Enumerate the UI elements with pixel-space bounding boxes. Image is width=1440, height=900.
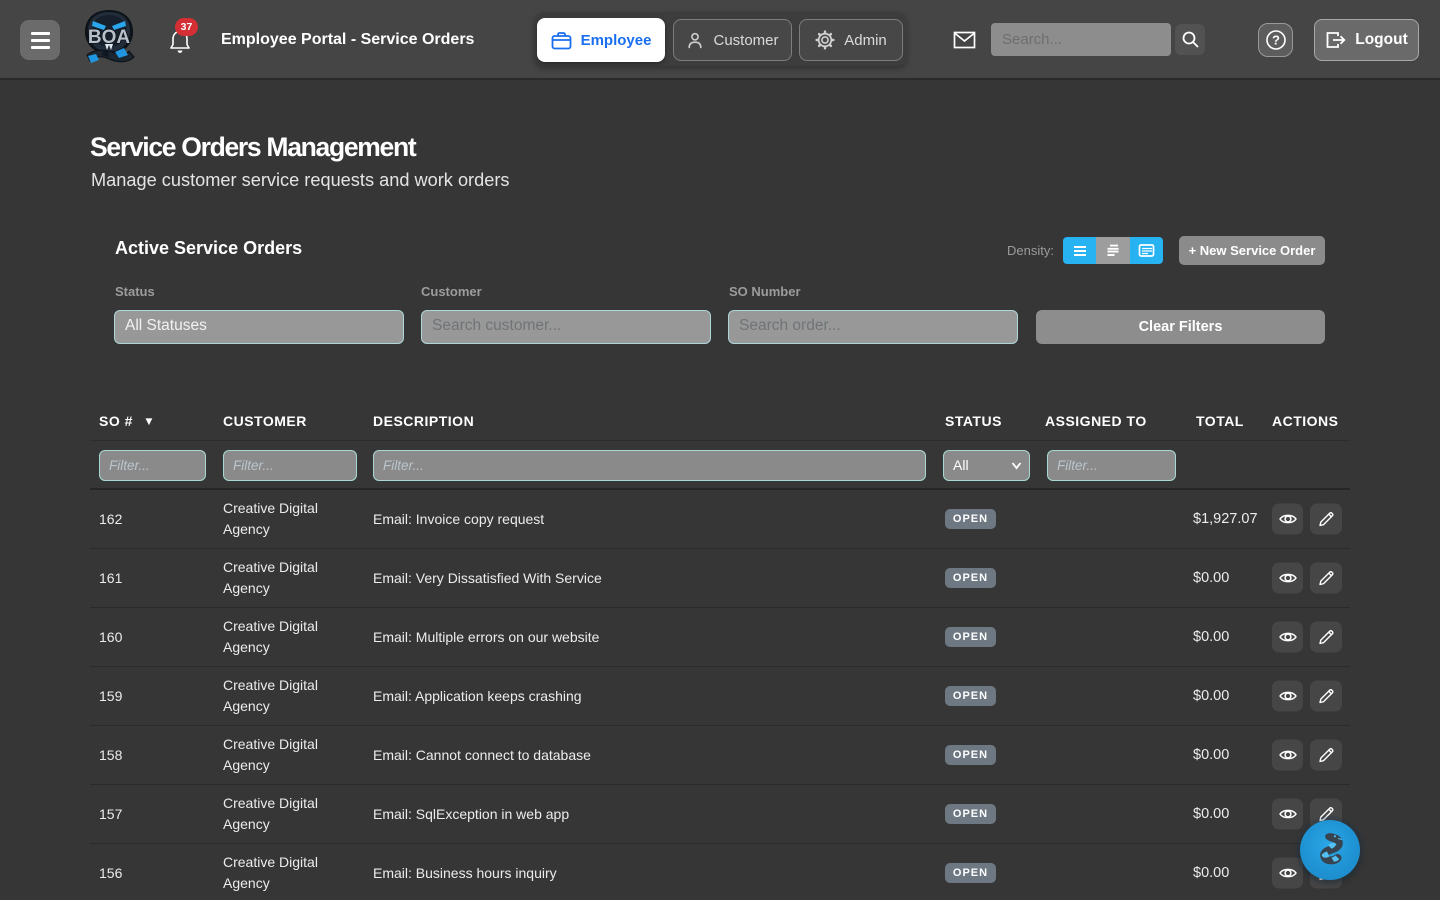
svg-text:BOA: BOA [88,27,131,48]
svg-text:?: ? [1272,33,1280,48]
